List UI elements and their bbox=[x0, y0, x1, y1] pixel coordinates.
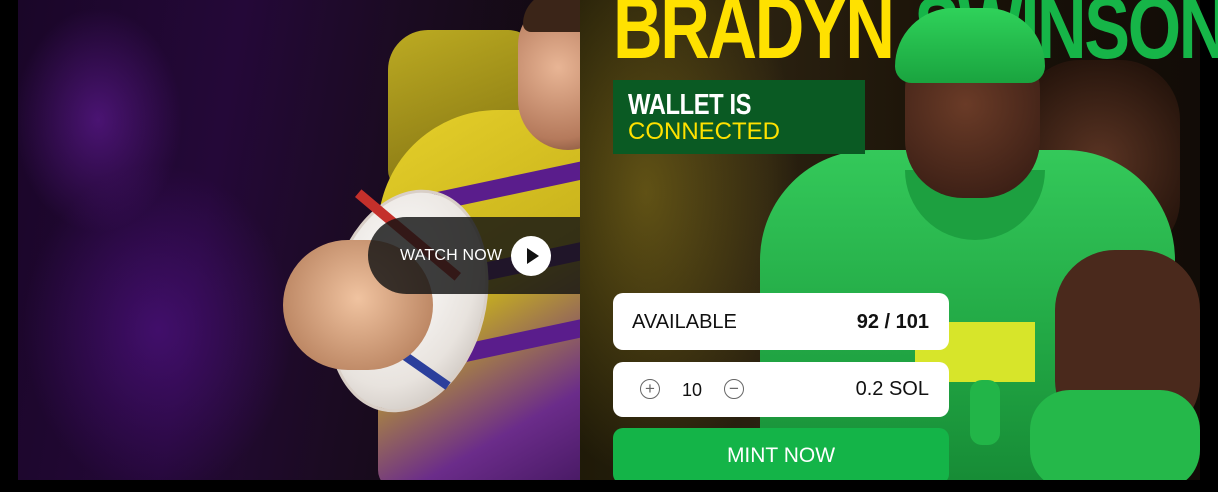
play-icon[interactable] bbox=[511, 236, 551, 276]
available-label: AVAILABLE bbox=[632, 311, 737, 333]
wallet-status-connected: CONNECTED bbox=[628, 118, 781, 145]
watch-now-button[interactable]: WATCH NOW bbox=[368, 217, 580, 294]
available-count: 92 / 101 bbox=[856, 311, 929, 333]
plus-circle-icon[interactable]: + bbox=[640, 379, 660, 399]
quantity-card: + 10 − 0.2 SOL bbox=[613, 362, 949, 417]
minus-circle-icon[interactable]: − bbox=[724, 379, 744, 399]
mint-now-button[interactable]: MINT NOW bbox=[613, 428, 949, 484]
quantity-value: 10 bbox=[682, 380, 703, 400]
athlete-sleeve bbox=[1030, 390, 1200, 490]
athlete-photo bbox=[755, 0, 1205, 492]
athlete-wristband bbox=[970, 380, 1000, 445]
bottom-border bbox=[0, 480, 1218, 492]
mint-price: 0.2 SOL bbox=[855, 378, 929, 400]
watch-now-label: WATCH NOW bbox=[400, 246, 503, 264]
athlete-headwrap bbox=[895, 8, 1045, 83]
wallet-status-badge: WALLET IS CONNECTED bbox=[613, 80, 865, 154]
player-hair bbox=[523, 0, 580, 32]
availability-card: AVAILABLE 92 / 101 bbox=[613, 293, 949, 350]
